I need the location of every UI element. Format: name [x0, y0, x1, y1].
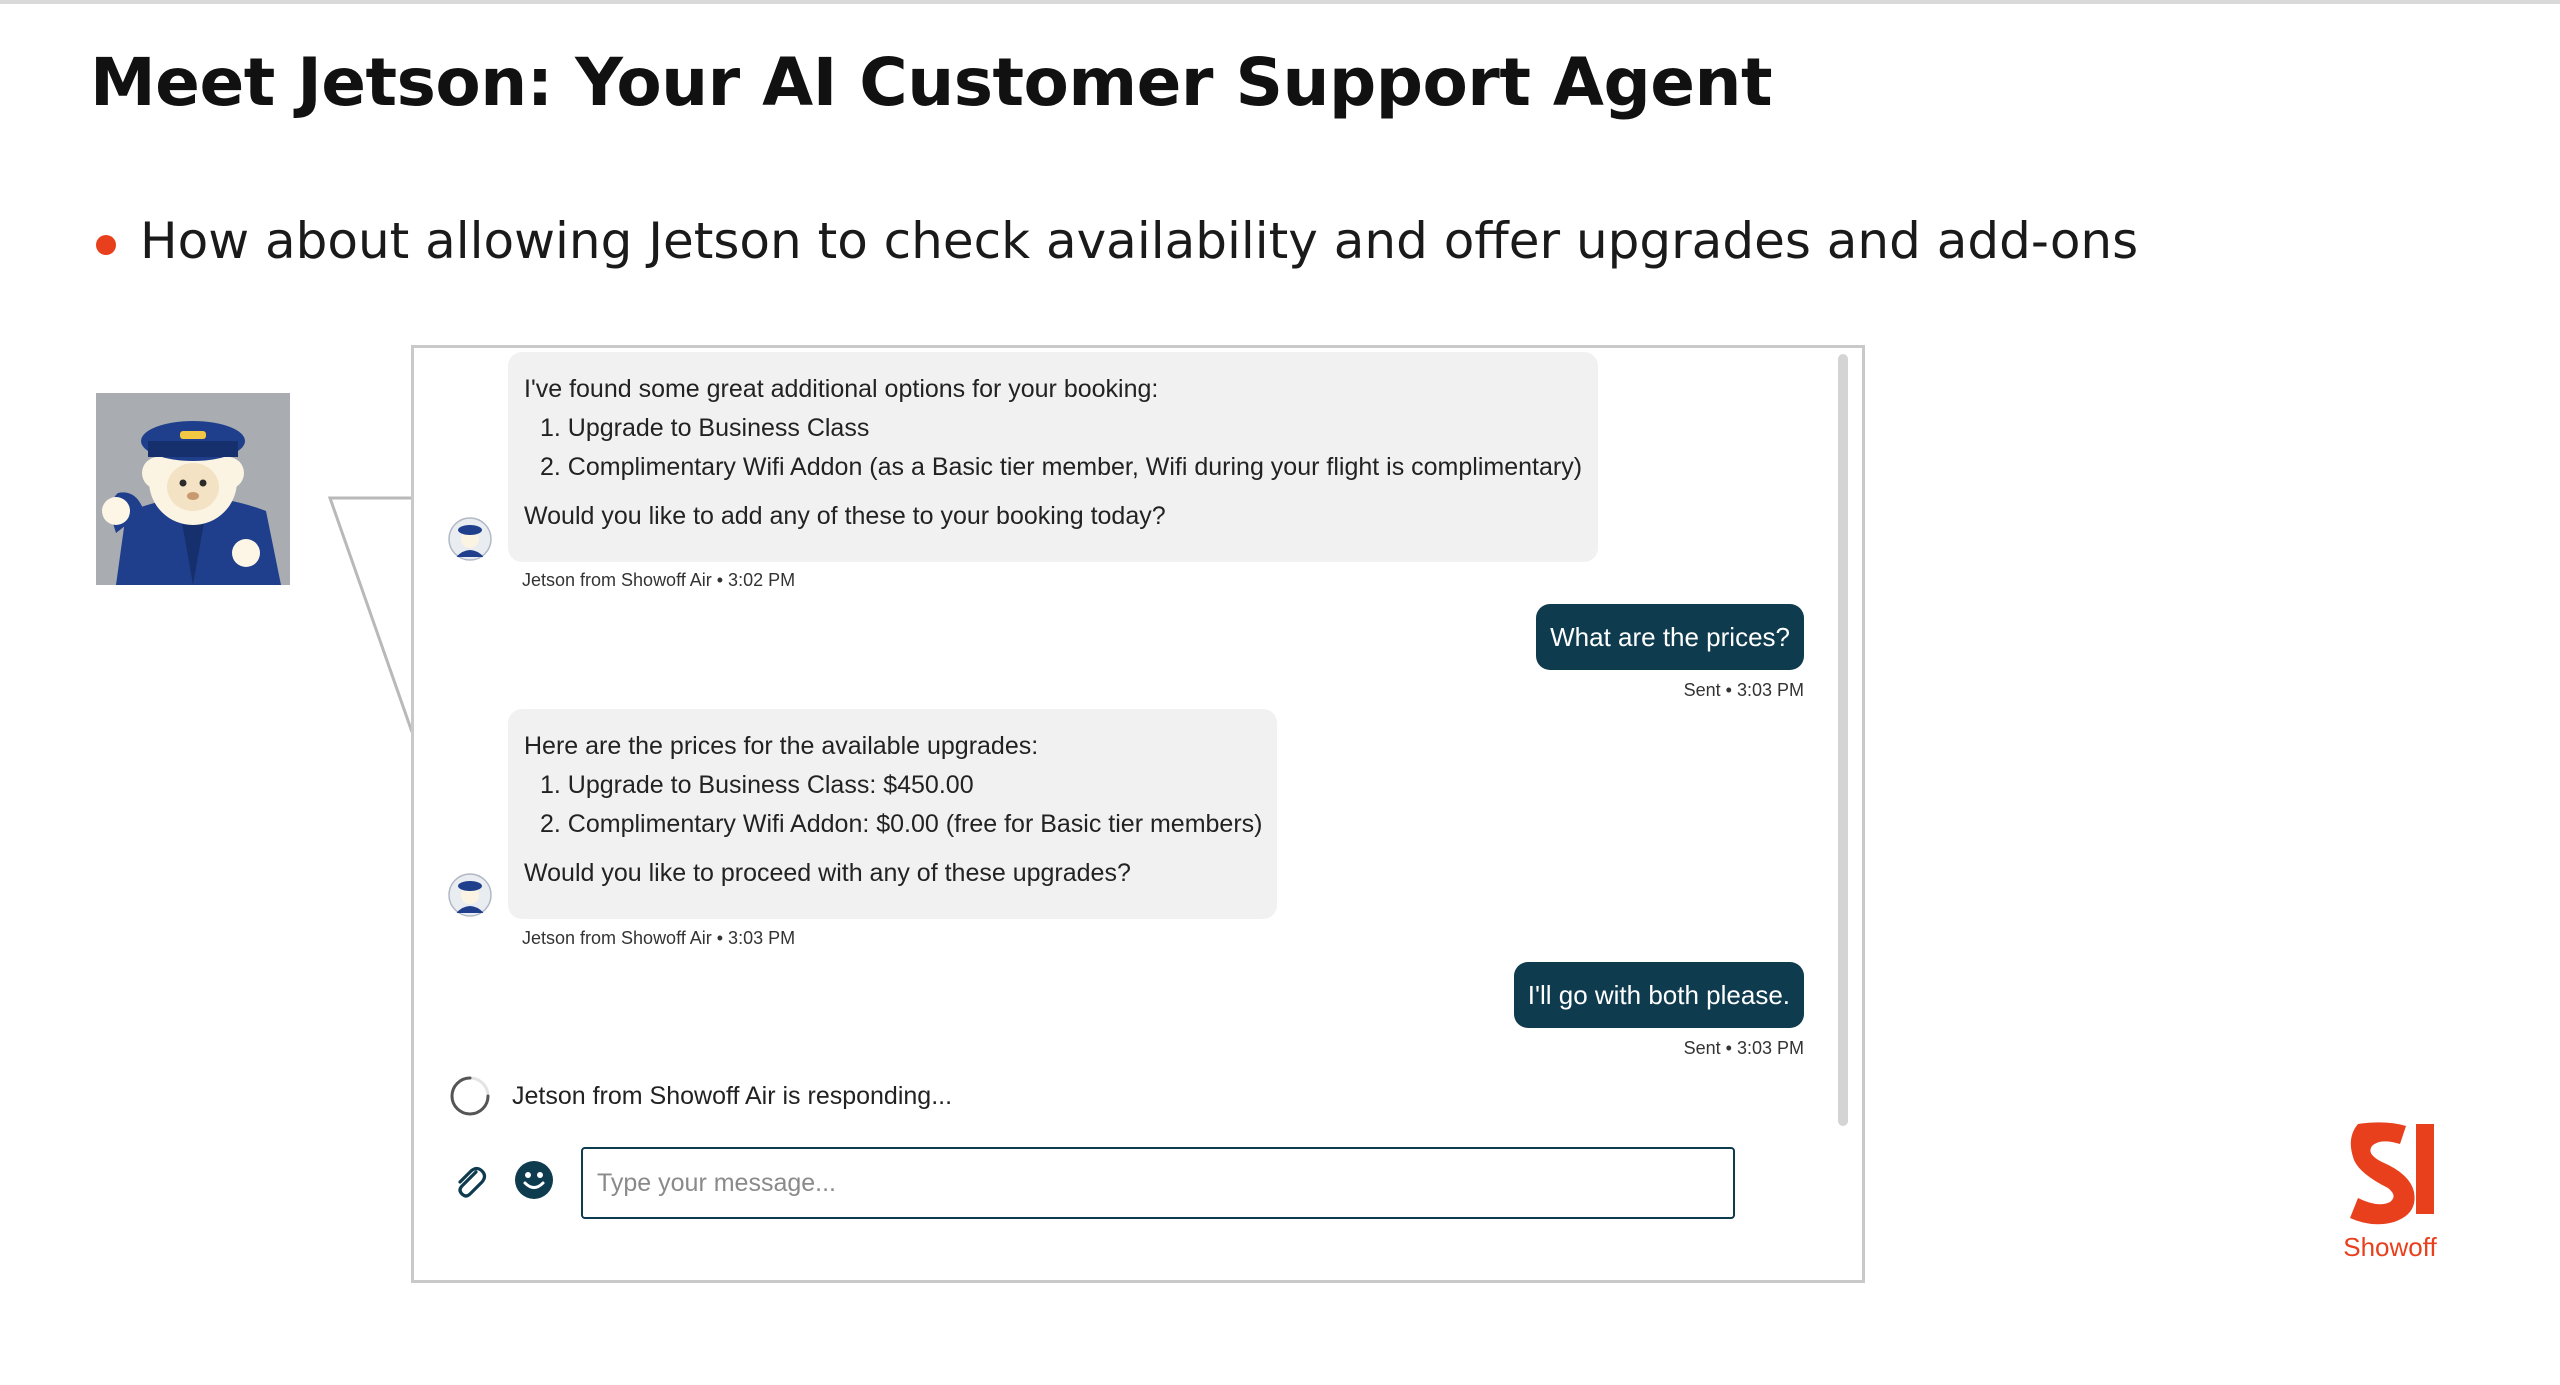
paperclip-icon: [458, 1166, 487, 1198]
agent-message: Here are the prices for the available up…: [508, 709, 1277, 919]
slide-title: Meet Jetson: Your AI Customer Support Ag…: [90, 44, 1773, 121]
bullet-text: How about allowing Jetson to check avail…: [140, 212, 2139, 270]
top-rule: [0, 0, 2560, 4]
message-meta: Jetson from Showoff Air • 3:02 PM: [522, 570, 796, 590]
showoff-logo-icon: [2350, 1122, 2434, 1225]
agent-message-option: 2. Complimentary Wifi Addon: $0.00 (free…: [540, 810, 1263, 838]
agent-message: I've found some great additional options…: [508, 352, 1598, 562]
smiley-icon: [515, 1161, 553, 1199]
typing-indicator-text: Jetson from Showoff Air is responding...: [512, 1081, 953, 1110]
agent-message-option: 1. Upgrade to Business Class: $450.00: [540, 771, 974, 799]
pilot-sheep-avatar-icon: [96, 393, 290, 585]
agent-message-intro: I've found some great additional options…: [524, 375, 1159, 403]
chat-window: I've found some great additional options…: [411, 345, 1865, 1283]
user-message: What are the prices?: [1536, 604, 1804, 670]
user-message: I'll go with both please.: [1513, 962, 1804, 1028]
message-meta: Sent • 3:03 PM: [1683, 1038, 1804, 1058]
showoff-logo: Showoff: [2320, 1118, 2460, 1268]
loading-spinner-icon: [450, 1076, 490, 1116]
message-composer: [414, 1138, 1862, 1270]
bullet-dot-icon: [96, 235, 116, 255]
bullet-point: How about allowing Jetson to check avail…: [96, 212, 2138, 270]
jetson-avatar-icon: [448, 517, 492, 561]
attach-button[interactable]: [450, 1162, 490, 1202]
agent-message-question: Would you like to add any of these to yo…: [524, 502, 1166, 530]
chat-scrollbar[interactable]: [1838, 354, 1848, 1126]
message-input[interactable]: [581, 1147, 1735, 1219]
typing-indicator: Jetson from Showoff Air is responding...: [448, 1074, 952, 1118]
message-meta: Jetson from Showoff Air • 3:03 PM: [522, 928, 796, 948]
agent-message-question: Would you like to proceed with any of th…: [524, 859, 1131, 887]
agent-message-intro: Here are the prices for the available up…: [524, 732, 1039, 760]
brand-name: Showoff: [2343, 1232, 2437, 1262]
agent-message-option: 1. Upgrade to Business Class: [540, 414, 870, 442]
jetson-avatar-icon: [448, 873, 492, 917]
message-meta: Sent • 3:03 PM: [1683, 680, 1804, 700]
agent-message-option: 2. Complimentary Wifi Addon (as a Basic …: [540, 453, 1583, 481]
emoji-button[interactable]: [514, 1160, 554, 1200]
